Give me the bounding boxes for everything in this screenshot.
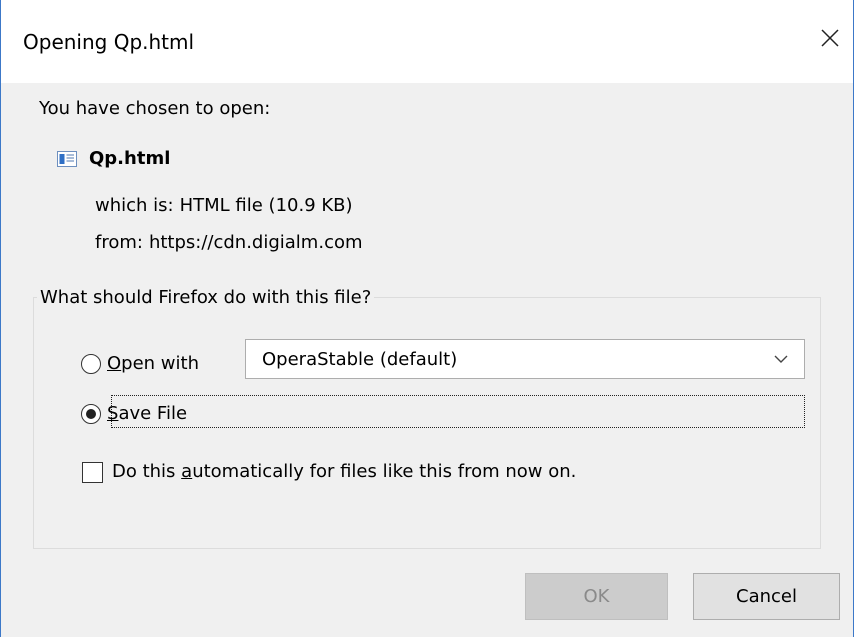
html-file-icon [57, 151, 77, 167]
file-type-label: which is: [95, 195, 174, 216]
radio-selected-dot [86, 409, 96, 419]
auto-action-label-after: utomatically for files like this from no… [192, 461, 577, 482]
save-file-label: Save File [107, 402, 187, 426]
file-source-label: from: [95, 232, 143, 253]
file-type-line: which is: HTML file (10.9 KB) [95, 194, 353, 218]
open-prompt: You have chosen to open: [39, 98, 271, 119]
window-title: Opening Qp.html [23, 30, 195, 54]
auto-action-label-before: Do this [112, 461, 182, 482]
save-file-label-rest: ave File [118, 403, 188, 424]
open-with-app-value: OperaStable (default) [262, 348, 458, 370]
download-dialog: Opening Qp.html You have chosen to open:… [0, 0, 854, 637]
save-file-radio[interactable]: Save File [81, 400, 187, 428]
file-type-value: HTML file (10.9 KB) [179, 195, 353, 216]
open-with-mnemonic: O [107, 353, 122, 374]
file-source-line: from: https://cdn.digialm.com [95, 231, 363, 255]
open-with-radio[interactable]: Open with [81, 350, 199, 378]
open-with-label: Open with [107, 352, 199, 376]
title-bar: Opening Qp.html [1, 0, 853, 83]
cancel-button[interactable]: Cancel [693, 573, 840, 620]
open-with-app-select[interactable]: OperaStable (default) [245, 339, 805, 379]
file-info-row: Qp.html [57, 146, 170, 172]
radio-open-with-indicator[interactable] [81, 354, 101, 374]
radio-save-file-indicator[interactable] [81, 404, 101, 424]
close-button[interactable] [807, 10, 853, 66]
chevron-down-icon [774, 355, 788, 363]
action-group-legend: What should Firefox do with this file? [37, 286, 375, 310]
save-file-focus-rect [111, 395, 805, 428]
save-file-mnemonic: S [107, 403, 119, 424]
auto-action-mnemonic: a [181, 461, 193, 482]
file-source-value: https://cdn.digialm.com [148, 232, 363, 253]
auto-action-checkbox-row[interactable]: Do this automatically for files like thi… [82, 459, 576, 485]
open-with-label-rest: pen with [121, 353, 199, 374]
auto-action-label: Do this automatically for files like thi… [112, 460, 576, 484]
ok-button[interactable]: OK [525, 573, 668, 620]
auto-action-checkbox[interactable] [82, 461, 103, 483]
close-icon [821, 29, 839, 47]
file-name: Qp.html [89, 148, 171, 169]
